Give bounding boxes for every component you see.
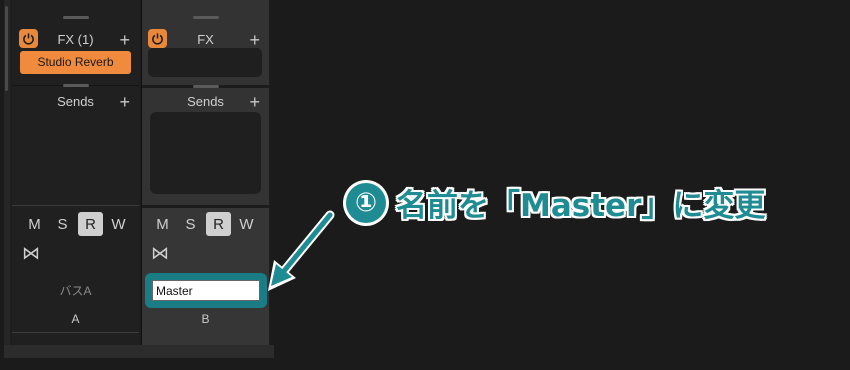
track-letter: B [201,312,210,326]
track-name-input[interactable] [152,280,260,301]
divider [12,332,139,333]
msrw-buttons: M S R W [150,212,262,236]
resize-grip[interactable] [62,84,89,87]
arrow-icon [268,210,335,291]
annotation-callout: ① 名前を「Master」に変更 [346,180,765,225]
mixer-panel: FX (1) + Studio Reverb Sends + M S R W ⋈… [4,0,274,358]
channel-strip-a: FX (1) + Studio Reverb Sends + M S R W ⋈… [12,0,139,345]
add-fx-plus-icon[interactable]: + [119,31,130,49]
step-number: ① [346,182,386,223]
track-name-label[interactable]: バスA [12,282,139,299]
add-send-plus-icon[interactable]: + [119,93,130,111]
resize-grip[interactable] [62,16,89,19]
scrollbar-thumb[interactable] [5,6,8,91]
add-send-plus-icon[interactable]: + [249,93,260,111]
bowtie-link-icon[interactable]: ⋈ [151,243,169,264]
annotation-text: 名前を「Master」に変更 [396,188,766,224]
solo-button[interactable]: S [178,212,203,236]
read-button[interactable]: R [78,212,103,236]
vertical-scrollbar[interactable] [4,0,10,345]
horizontal-scrollbar[interactable] [4,345,274,358]
track-letter: A [71,312,80,326]
resize-grip[interactable] [192,16,219,19]
write-button[interactable]: W [106,212,131,236]
resize-grip[interactable] [192,85,219,88]
msrw-buttons: M S R W [22,212,134,236]
bowtie-link-icon[interactable]: ⋈ [22,243,40,264]
plugin-slot-studio-reverb[interactable]: Studio Reverb [20,51,131,74]
sends-area[interactable] [150,112,261,194]
channel-strip-b: FX + Sends + M S R W ⋈ B [141,0,269,345]
name-highlight-box [145,273,267,308]
write-button[interactable]: W [234,212,259,236]
sends-section: Sends + [12,84,139,205]
solo-button[interactable]: S [50,212,75,236]
mute-button[interactable]: M [150,212,175,236]
mute-button[interactable]: M [22,212,47,236]
read-button[interactable]: R [206,212,231,236]
fx-empty-slot[interactable] [148,48,262,77]
add-fx-plus-icon[interactable]: + [249,31,260,49]
